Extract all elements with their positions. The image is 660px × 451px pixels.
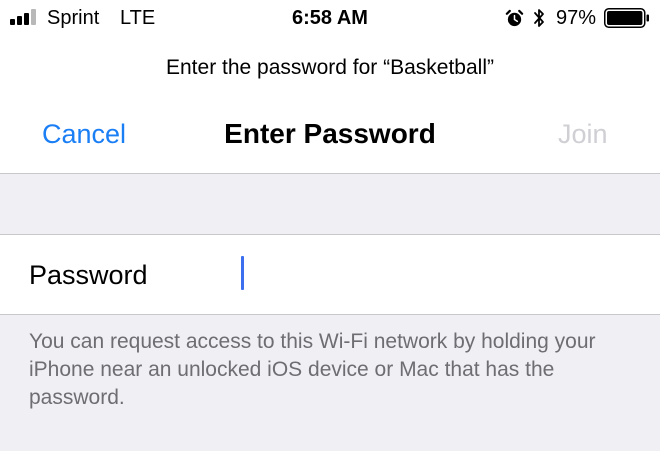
battery-icon (604, 8, 649, 28)
password-input[interactable] (236, 253, 632, 295)
carrier-name: Sprint (47, 7, 100, 29)
status-time: 6:58 AM (292, 7, 368, 29)
password-label: Password (29, 260, 148, 290)
password-row[interactable]: Password (0, 234, 660, 315)
battery-percent: 97% (556, 7, 597, 29)
footer-note: You can request access to this Wi-Fi net… (29, 330, 596, 409)
cancel-button[interactable]: Cancel (42, 118, 126, 150)
network-type: LTE (120, 7, 156, 29)
signal-bars-icon (10, 9, 42, 25)
join-button[interactable]: Join (558, 118, 608, 150)
status-bar: Sprint LTE 6:58 AM 97% (0, 0, 660, 36)
header-area: Sprint LTE 6:58 AM 97% Enter the passwor… (0, 0, 660, 174)
text-cursor (241, 256, 244, 290)
alarm-icon (505, 9, 524, 27)
page-title: Enter Password (224, 118, 436, 149)
network-prompt: Enter the password for “Basketball” (166, 56, 494, 79)
bluetooth-icon (534, 9, 544, 27)
